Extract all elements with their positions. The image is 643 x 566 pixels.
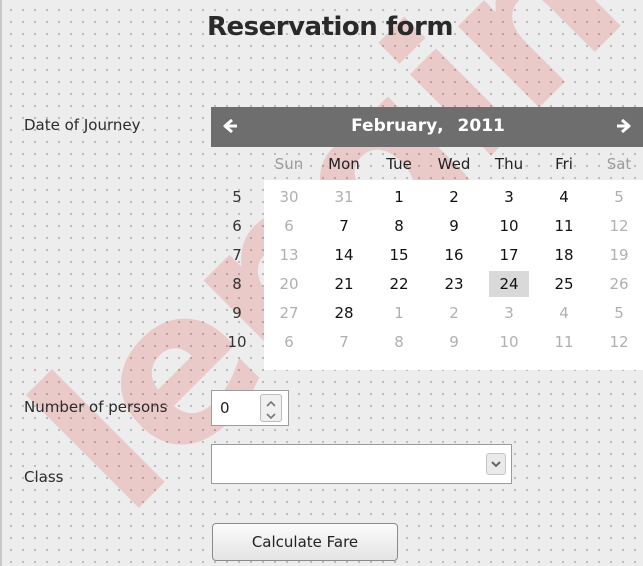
calendar-day[interactable]: 24 [489, 271, 529, 297]
calendar-day[interactable]: 6 [269, 329, 309, 355]
weekday-header: Sat [606, 155, 632, 173]
calendar-day[interactable]: 27 [269, 300, 309, 326]
calendar-day[interactable]: 16 [434, 242, 474, 268]
weekday-header: Fri [555, 155, 573, 173]
calendar-day[interactable]: 1 [379, 300, 419, 326]
weekday-header: Thu [494, 155, 524, 173]
calendar-day[interactable]: 1 [379, 184, 419, 210]
calendar-day[interactable]: 4 [544, 300, 584, 326]
calendar-title: February, 2011 [211, 116, 643, 136]
calendar-day[interactable]: 11 [544, 329, 584, 355]
form-title: Reservation form [207, 12, 453, 42]
calendar-day[interactable]: 12 [599, 213, 639, 239]
class-dropdown-button[interactable] [486, 453, 506, 475]
weekday-header: Tue [386, 155, 412, 173]
calendar-day[interactable]: 9 [434, 329, 474, 355]
calendar-day[interactable]: 18 [544, 242, 584, 268]
weekday-header: Mon [328, 155, 360, 173]
calendar-day[interactable]: 19 [599, 242, 639, 268]
calendar-day[interactable]: 10 [489, 213, 529, 239]
calendar-day[interactable]: 3 [489, 184, 529, 210]
calendar-day[interactable]: 7 [324, 329, 364, 355]
next-month-button[interactable] [613, 115, 635, 137]
class-label: Class [24, 468, 64, 486]
calendar-day[interactable]: 7 [324, 213, 364, 239]
calendar-day[interactable]: 26 [599, 271, 639, 297]
chevron-down-icon [266, 413, 276, 420]
calendar-day[interactable]: 2 [434, 300, 474, 326]
calendar-day[interactable]: 5 [599, 184, 639, 210]
calendar-day[interactable]: 4 [544, 184, 584, 210]
spinner-up-button[interactable] [261, 395, 281, 408]
calendar-day[interactable]: 11 [544, 213, 584, 239]
weekday-header: Wed [437, 155, 471, 173]
calendar-day[interactable]: 10 [489, 329, 529, 355]
calculate-fare-button[interactable]: Calculate Fare [212, 523, 398, 561]
chevron-down-icon [491, 461, 501, 468]
persons-spinner[interactable]: 0 [211, 390, 289, 426]
calendar-day[interactable]: 9 [434, 213, 474, 239]
calendar-day[interactable]: 12 [599, 329, 639, 355]
number-of-persons-label: Number of persons [24, 398, 168, 416]
spinner-down-button[interactable] [261, 408, 281, 421]
calendar-day[interactable]: 20 [269, 271, 309, 297]
calendar-day[interactable]: 25 [544, 271, 584, 297]
calendar-day[interactable]: 14 [324, 242, 364, 268]
calendar-day[interactable]: 30 [269, 184, 309, 210]
calendar-day[interactable]: 13 [269, 242, 309, 268]
calendar-day[interactable]: 2 [434, 184, 474, 210]
calendar-day[interactable]: 17 [489, 242, 529, 268]
calendar-day[interactable]: 8 [379, 213, 419, 239]
week-number: 10 [227, 333, 247, 351]
calendar-day[interactable]: 22 [379, 271, 419, 297]
weekday-header: Sun [274, 155, 304, 173]
calendar-separator: , [437, 116, 444, 136]
week-number: 5 [232, 188, 242, 206]
spinner-buttons [260, 394, 282, 422]
week-number: 7 [232, 246, 242, 264]
date-of-journey-label: Date of Journey [24, 116, 141, 134]
calendar-day[interactable]: 31 [324, 184, 364, 210]
calendar-year[interactable]: 2011 [458, 116, 505, 136]
calendar-day[interactable]: 21 [324, 271, 364, 297]
calendar-day[interactable]: 3 [489, 300, 529, 326]
calendar-day[interactable]: 6 [269, 213, 309, 239]
calendar-day[interactable]: 15 [379, 242, 419, 268]
calendar-day[interactable]: 28 [324, 300, 364, 326]
persons-value[interactable]: 0 [220, 399, 230, 417]
week-number: 9 [232, 304, 242, 322]
calendar-month[interactable]: February [351, 116, 437, 136]
calendar-day[interactable]: 5 [599, 300, 639, 326]
week-number: 8 [232, 275, 242, 293]
calendar-day[interactable]: 8 [379, 329, 419, 355]
reservation-form: lengine Reservation form Date of Journey… [0, 0, 643, 566]
calendar-header: February, 2011 [211, 107, 643, 147]
class-select[interactable] [211, 444, 512, 484]
week-number: 6 [232, 217, 242, 235]
calendar-day[interactable]: 23 [434, 271, 474, 297]
arrow-right-icon [617, 118, 631, 134]
